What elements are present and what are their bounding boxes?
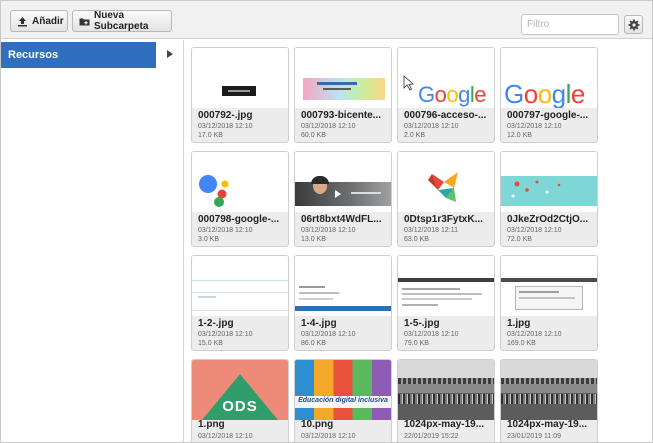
- thumbnail-origami-bird: [398, 152, 494, 212]
- thumbnail-screenshot-text: [398, 256, 494, 316]
- file-tile[interactable]: 1-5-.jpg 03/12/2018 12:10 79.0 KB: [397, 255, 495, 351]
- thumbnail-crowd-photo: [501, 360, 597, 420]
- file-name: 0Dtsp1r3FytxK...: [404, 214, 483, 225]
- file-tile[interactable]: Google 000797-google-... 03/12/2018 12:1…: [500, 47, 598, 143]
- file-date: 03/12/2018 12:11: [404, 227, 458, 234]
- file-tile[interactable]: 1-2-.jpg 03/12/2018 12:10 15.0 KB: [191, 255, 289, 351]
- thumbnail-ods-banner: ODS: [192, 360, 288, 420]
- file-date: 03/12/2018 12:10: [301, 227, 356, 234]
- thumbnail-dark-banner: [192, 48, 288, 108]
- thumbnail-colorful-banner: [295, 48, 391, 108]
- gear-icon: [628, 19, 640, 31]
- ods-banner-text: ODS: [222, 398, 258, 415]
- file-name: 0JkeZrOd2CtjO...: [507, 214, 589, 225]
- file-tile[interactable]: 1.jpg 03/12/2018 12:10 169.0 KB: [500, 255, 598, 351]
- file-size: 17.0 KB: [198, 132, 223, 139]
- file-name: 1024px-may-19...: [507, 419, 588, 430]
- google-wordmark: Google: [504, 79, 585, 108]
- file-name: 1.png: [198, 419, 225, 430]
- thumbnail-google-logo-large: Google: [501, 48, 597, 108]
- file-tile[interactable]: 000798-google-... 03/12/2018 12:10 3.0 K…: [191, 151, 289, 247]
- file-size: 86.0 KB: [301, 340, 326, 347]
- file-name: 000793-bicente...: [301, 110, 382, 121]
- filter-input[interactable]: [521, 14, 619, 35]
- file-name: 000796-acceso-...: [404, 110, 487, 121]
- sidebar-item-recursos[interactable]: Recursos: [1, 42, 156, 68]
- file-tile[interactable]: 1024px-may-19... 23/01/2019 11:09: [500, 359, 598, 442]
- folder-plus-icon: [79, 16, 90, 27]
- thumbnail-screenshot-bar: [295, 256, 391, 316]
- triangle-right-icon[interactable]: [167, 50, 173, 58]
- file-size: 3.0 KB: [198, 236, 220, 243]
- file-date: 03/12/2018 12:10: [507, 227, 562, 234]
- file-tile[interactable]: 0JkeZrOd2CtjO... 03/12/2018 12:10 72.0 K…: [500, 151, 598, 247]
- file-date: 22/01/2019 15:22: [404, 433, 459, 440]
- file-tile[interactable]: ODS 1.png 03/12/2018 12:10: [191, 359, 289, 442]
- file-date: 03/12/2018 12:10: [404, 331, 459, 338]
- file-date: 03/12/2018 12:10: [507, 123, 562, 130]
- file-tile[interactable]: 06rt8bxt4WdFL... 03/12/2018 12:10 13.0 K…: [294, 151, 392, 247]
- thumbnail-google-assistant-dots: [192, 152, 288, 212]
- file-size: 13.0 KB: [301, 236, 326, 243]
- settings-button[interactable]: [624, 15, 643, 34]
- add-button-label: Añadir: [32, 15, 64, 27]
- file-name: 1-4-.jpg: [301, 318, 337, 329]
- file-tile[interactable]: 1024px-may-19... 22/01/2019 15:22: [397, 359, 495, 442]
- file-date: 03/12/2018 12:10: [507, 331, 562, 338]
- upload-icon: [17, 16, 28, 27]
- file-name: 000797-google-...: [507, 110, 589, 121]
- file-size: 15.0 KB: [198, 340, 223, 347]
- file-date: 03/12/2018 12:10: [198, 227, 253, 234]
- file-name: 1024px-may-19...: [404, 419, 485, 430]
- educacion-banner-text: Educación digital inclusiva: [298, 397, 388, 404]
- file-date: 03/12/2018 12:10: [198, 331, 253, 338]
- file-date: 23/01/2019 11:09: [507, 433, 561, 440]
- thumbnail-teal-dots: [501, 152, 597, 212]
- file-tile[interactable]: 000793-bicente... 03/12/2018 12:10 60.0 …: [294, 47, 392, 143]
- file-size: 60.0 KB: [301, 132, 326, 139]
- file-tile[interactable]: 1-4-.jpg 03/12/2018 12:10 86.0 KB: [294, 255, 392, 351]
- google-wordmark: Google: [418, 82, 487, 107]
- new-subfolder-label: Nueva Subcarpeta: [94, 10, 149, 32]
- thumbnail-screenshot-light: [192, 256, 288, 316]
- toolbar: Añadir Nueva Subcarpeta: [1, 1, 652, 39]
- file-tile[interactable]: Google 000796-acceso-... 03/12/2018 12:1…: [397, 47, 495, 143]
- file-date: 03/12/2018 12:10: [404, 123, 459, 130]
- thumbnail-google-logo: Google: [398, 48, 494, 108]
- file-name: 1-2-.jpg: [198, 318, 234, 329]
- file-date: 03/12/2018 12:10: [198, 433, 253, 440]
- file-size: 63.0 KB: [404, 236, 429, 243]
- file-tile[interactable]: 000792-.jpg 03/12/2018 12:10 17.0 KB: [191, 47, 289, 143]
- file-name: 000798-google-...: [198, 214, 280, 225]
- file-tile[interactable]: Educación digital inclusiva 10.png 03/12…: [294, 359, 392, 442]
- file-grid: 000792-.jpg 03/12/2018 12:10 17.0 KB 000…: [185, 40, 652, 442]
- file-size: 79.0 KB: [404, 340, 429, 347]
- file-manager-window: Añadir Nueva Subcarpeta Filtro Recursos …: [0, 0, 653, 443]
- file-size: 72.0 KB: [507, 236, 532, 243]
- thumbnail-crowd-photo: [398, 360, 494, 420]
- file-size: 169.0 KB: [507, 340, 536, 347]
- file-name: 1-5-.jpg: [404, 318, 440, 329]
- sidebar-item-label: Recursos: [8, 49, 59, 61]
- add-button[interactable]: Añadir: [10, 10, 68, 32]
- file-name: 1.jpg: [507, 318, 531, 329]
- file-name: 10.png: [301, 419, 334, 430]
- new-subfolder-button[interactable]: Nueva Subcarpeta: [72, 10, 172, 32]
- thumbnail-video-person: [295, 152, 391, 212]
- file-date: 03/12/2018 12:10: [301, 433, 356, 440]
- file-date: 03/12/2018 12:10: [198, 123, 253, 130]
- file-size: 12.0 KB: [507, 132, 532, 139]
- folder-sidebar: Recursos: [1, 40, 184, 442]
- file-tile[interactable]: 0Dtsp1r3FytxK... 03/12/2018 12:11 63.0 K…: [397, 151, 495, 247]
- file-date: 03/12/2018 12:10: [301, 123, 356, 130]
- file-name: 06rt8bxt4WdFL...: [301, 214, 382, 225]
- file-size: 2.0 KB: [404, 132, 426, 139]
- thumbnail-screenshot-dialog: [501, 256, 597, 316]
- file-date: 03/12/2018 12:10: [301, 331, 356, 338]
- file-name: 000792-.jpg: [198, 110, 253, 121]
- thumbnail-educacion-banner: Educación digital inclusiva: [295, 360, 391, 420]
